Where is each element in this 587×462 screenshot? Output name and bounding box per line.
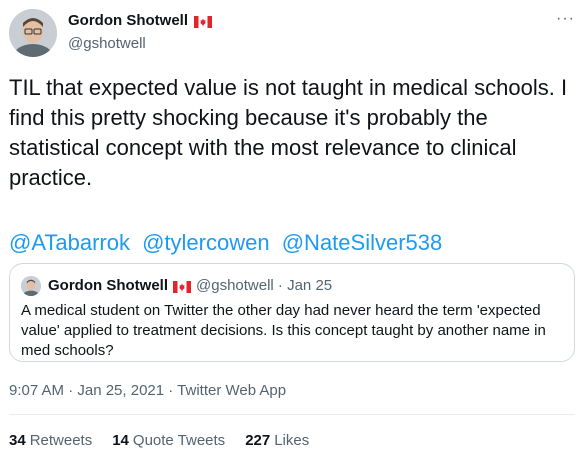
- divider: [9, 414, 575, 415]
- retweets-count: 34: [9, 432, 26, 449]
- tweet-body: TIL that expected value is not taught in…: [9, 75, 568, 190]
- likes-count: 227: [245, 432, 271, 449]
- more-options-icon[interactable]: ···: [556, 10, 575, 28]
- quoted-tweet[interactable]: Gordon Shotwell @gshotwell · Jan 25 A me…: [9, 263, 575, 362]
- quote-tweets-label: Quote Tweets: [132, 432, 226, 449]
- author-handle[interactable]: @gshotwell: [68, 35, 146, 52]
- engagement-stats: 34 Retweets 14 Quote Tweets 227 Likes: [9, 432, 309, 449]
- author-name-row[interactable]: Gordon Shotwell: [68, 12, 212, 29]
- mention-link[interactable]: @NateSilver538: [282, 230, 443, 255]
- avatar[interactable]: [9, 9, 57, 57]
- quoted-display-name: Gordon Shotwell: [48, 277, 168, 294]
- quoted-text: A medical student on Twitter the other d…: [21, 302, 546, 359]
- mention-link[interactable]: @ATabarrok: [9, 230, 130, 255]
- quote-tweets-stat[interactable]: 14 Quote Tweets: [112, 432, 225, 449]
- retweets-stat[interactable]: 34 Retweets: [9, 432, 92, 449]
- author-display-name[interactable]: Gordon Shotwell: [68, 12, 188, 29]
- likes-label: Likes: [274, 432, 310, 449]
- mention-link[interactable]: @tylercowen: [142, 230, 270, 255]
- canada-flag-icon: [173, 280, 191, 293]
- quote-tweets-count: 14: [112, 432, 129, 449]
- quoted-header: Gordon Shotwell @gshotwell · Jan 25: [48, 277, 332, 294]
- quoted-avatar: [21, 276, 41, 296]
- mentions: @ATabarrok @tylercowen @NateSilver538: [9, 228, 448, 258]
- quoted-meta: @gshotwell · Jan 25: [196, 277, 333, 294]
- tweet: Gordon Shotwell @gshotwell ··· TIL that …: [0, 0, 587, 462]
- likes-stat[interactable]: 227 Likes: [245, 432, 309, 449]
- canada-flag-icon: [194, 15, 212, 28]
- retweets-label: Retweets: [29, 432, 93, 449]
- tweet-timestamp[interactable]: 9:07 AM · Jan 25, 2021 · Twitter Web App: [9, 382, 286, 399]
